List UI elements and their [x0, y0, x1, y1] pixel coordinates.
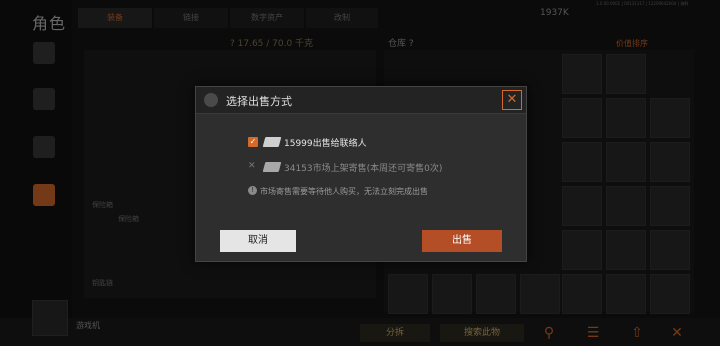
- sell-method-dialog: 选择出售方式 ✕ ✓ 15999出售给联络人 ✕ 34153市场上架寄售(本周还…: [195, 86, 527, 262]
- option1-label[interactable]: 15999出售给联络人: [284, 136, 367, 149]
- close-icon[interactable]: ✕: [502, 90, 522, 110]
- option1-checkbox[interactable]: ✓: [248, 137, 258, 147]
- consign-note: 市场寄售需要等待他人购买，无法立刻完成出售: [260, 187, 428, 196]
- sell-button[interactable]: 出售: [422, 230, 502, 252]
- cancel-button[interactable]: 取消: [220, 230, 296, 252]
- game-logo-icon: [204, 93, 218, 107]
- cash-icon: [262, 162, 282, 172]
- dialog-title: 选择出售方式: [226, 95, 292, 108]
- option2-disabled-icon: ✕: [248, 161, 256, 171]
- info-icon: !: [248, 186, 257, 195]
- option2-label: 34153市场上架寄售(本周还可寄售0次): [284, 164, 443, 174]
- cash-icon: [262, 137, 282, 147]
